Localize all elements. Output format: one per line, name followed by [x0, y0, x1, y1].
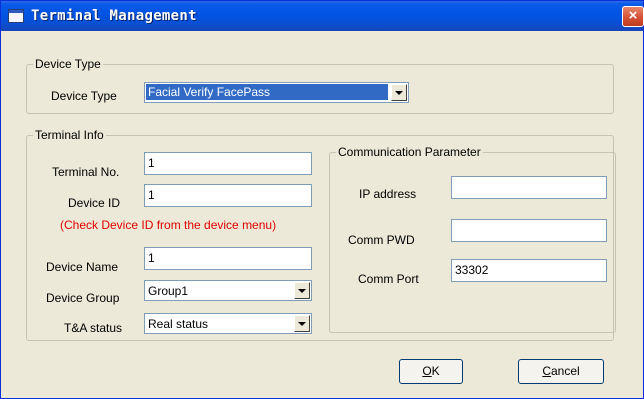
window-icon [8, 9, 24, 23]
device-type-dropdown-button[interactable] [391, 84, 407, 101]
communication-parameter-group-title: Communication Parameter [336, 145, 483, 159]
comm-pwd-label: Comm PWD [348, 233, 415, 247]
ok-button[interactable]: OK [399, 359, 463, 384]
close-button[interactable]: × [622, 6, 644, 27]
terminal-management-window: Terminal Management × Device Type Device… [0, 0, 644, 399]
chevron-down-icon [298, 322, 306, 326]
ta-status-value: Real status [148, 317, 209, 331]
terminal-no-label: Terminal No. [52, 165, 120, 179]
device-type-value: Facial Verify FacePass [146, 84, 388, 100]
cancel-button[interactable]: Cancel [518, 359, 604, 384]
ta-status-select[interactable]: Real status [144, 313, 312, 334]
title-bar[interactable]: Terminal Management × [1, 1, 644, 31]
ip-address-input[interactable] [451, 176, 607, 199]
device-type-group-title: Device Type [33, 57, 103, 71]
comm-port-input[interactable]: 33302 [451, 259, 607, 282]
device-group-label: Device Group [46, 291, 120, 305]
cancel-button-label: ancel [550, 364, 580, 378]
ip-address-label: IP address [359, 187, 417, 201]
comm-pwd-input[interactable] [451, 219, 607, 242]
ta-status-label: T&A status [64, 321, 123, 335]
chevron-down-icon [298, 289, 306, 293]
device-type-select[interactable]: Facial Verify FacePass [144, 82, 409, 103]
comm-port-label: Comm Port [358, 272, 419, 286]
device-id-hint: (Check Device ID from the device menu) [60, 218, 277, 232]
chevron-down-icon [395, 91, 403, 95]
ta-status-dropdown-button[interactable] [294, 315, 310, 332]
ok-button-label: K [431, 364, 440, 378]
device-group-select[interactable]: Group1 [144, 280, 312, 301]
terminal-no-input[interactable]: 1 [144, 152, 312, 175]
device-name-input[interactable]: 1 [144, 247, 312, 270]
ok-button-mnemonic: O [422, 364, 432, 378]
terminal-info-group-title: Terminal Info [33, 128, 106, 142]
device-group-dropdown-button[interactable] [294, 282, 310, 299]
device-name-label: Device Name [46, 260, 119, 274]
device-type-label: Device Type [51, 89, 117, 103]
cancel-button-mnemonic: C [542, 364, 551, 378]
device-group-value: Group1 [148, 284, 189, 298]
device-id-label: Device ID [68, 196, 121, 210]
window-title: Terminal Management [31, 8, 197, 24]
device-id-input[interactable]: 1 [144, 184, 312, 207]
